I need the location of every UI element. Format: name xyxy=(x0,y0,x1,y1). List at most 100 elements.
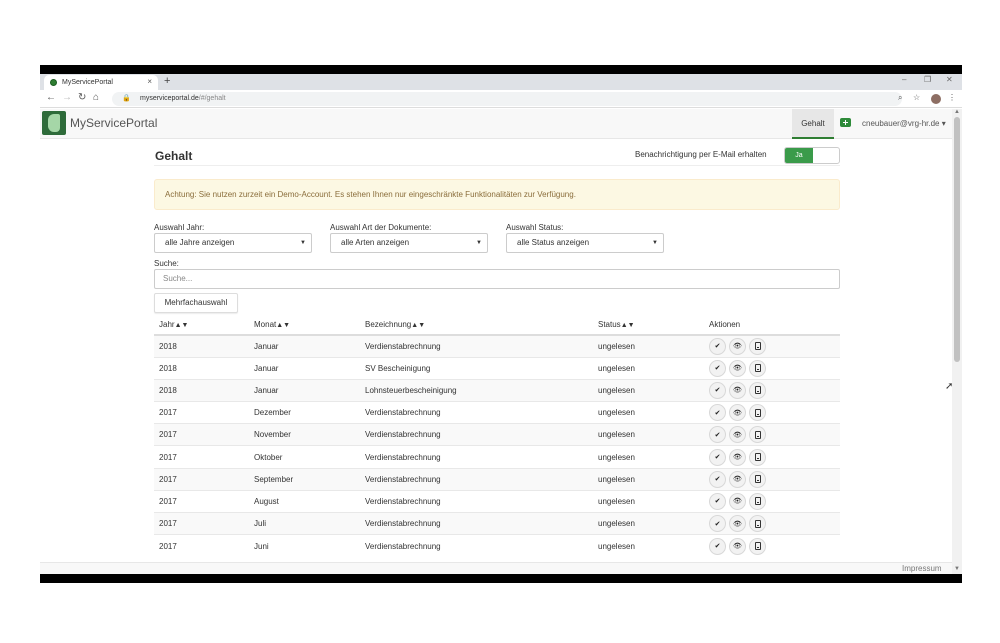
download-button[interactable] xyxy=(749,381,766,399)
table-row[interactable]: 2018 Januar Lohnsteuerbescheinigung ungeles… xyxy=(154,378,840,402)
new-tab-button[interactable]: + xyxy=(164,75,170,87)
column-header-monat[interactable]: Monat▲▼ xyxy=(249,315,360,336)
cell-bezeichnung: Verdienstabrechnung xyxy=(360,511,593,535)
document-icon xyxy=(754,408,761,417)
sort-icon[interactable]: ▲▼ xyxy=(276,322,290,329)
multi-select-button[interactable]: Mehrfachauswahl xyxy=(154,293,238,313)
profile-avatar[interactable] xyxy=(931,94,941,104)
download-button[interactable] xyxy=(749,492,766,510)
column-header-status[interactable]: Status▲▼ xyxy=(593,315,704,336)
scroll-up-icon[interactable]: ▲ xyxy=(954,109,960,115)
column-header-bezeichnung[interactable]: Bezeichnung▲▼ xyxy=(360,315,593,336)
app-logo[interactable] xyxy=(42,111,66,135)
table-row[interactable]: 2018 Januar SV Bescheinigung ungelesen ✔ 👁 xyxy=(154,356,840,380)
nav-item-gehalt[interactable]: Gehalt xyxy=(792,109,834,139)
tab-close-icon[interactable]: × xyxy=(147,77,152,86)
eye-icon: 👁 xyxy=(733,431,742,439)
minimize-button[interactable]: – xyxy=(902,75,906,84)
document-icon xyxy=(754,342,761,351)
download-button[interactable] xyxy=(749,470,766,488)
cell-status: ungelesen xyxy=(593,423,704,446)
cell-monat: Dezember xyxy=(249,401,360,424)
mark-read-button[interactable]: ✔ xyxy=(709,515,726,533)
table-row[interactable]: 2017 Juli Verdienstabrechnung ungelesen ✔ 👁 xyxy=(154,511,840,535)
scroll-thumb[interactable] xyxy=(954,117,960,362)
mark-read-button[interactable]: ✔ xyxy=(709,337,726,355)
search-input[interactable]: Suche... xyxy=(154,269,840,289)
bookmark-star-icon[interactable]: ☆ xyxy=(913,93,920,102)
maximize-button[interactable]: ❐ xyxy=(924,75,931,84)
sort-icon[interactable]: ▲▼ xyxy=(175,322,189,329)
mark-read-button[interactable]: ✔ xyxy=(709,381,726,399)
brand-name[interactable]: MyServicePortal xyxy=(70,116,157,130)
sort-icon[interactable]: ▲▼ xyxy=(411,322,425,329)
medical-case-icon[interactable] xyxy=(840,118,851,127)
email-notification-toggle[interactable]: Ja xyxy=(784,147,840,164)
eye-icon: 👁 xyxy=(733,343,742,351)
cell-monat: Januar xyxy=(249,378,360,402)
cell-aktionen: ✔ 👁 xyxy=(704,378,840,402)
year-select[interactable]: alle Jahre anzeigen ▼ xyxy=(154,233,312,253)
table-row[interactable]: 2017 August Verdienstabrechnung ungelesen ✔ 👁 xyxy=(154,489,840,513)
table-row[interactable]: 2017 November Verdienstabrechnung ungelesen… xyxy=(154,423,840,446)
column-header-jahr[interactable]: Jahr▲▼ xyxy=(154,315,249,336)
address-bar[interactable]: 🔒 myserviceportal.de/#/gehalt xyxy=(112,92,902,106)
forward-arrow-icon[interactable]: → xyxy=(62,92,72,103)
view-button[interactable]: 👁 xyxy=(729,337,746,355)
mark-read-button[interactable]: ✔ xyxy=(709,448,726,466)
mark-read-button[interactable]: ✔ xyxy=(709,492,726,510)
download-button[interactable] xyxy=(749,359,766,377)
tab-strip: MyServicePortal × + – ❐ ✕ xyxy=(40,74,962,90)
sort-icon[interactable]: ▲▼ xyxy=(621,322,635,329)
demo-warning-alert: Achtung: Sie nutzen zurzeit ein Demo-Acc… xyxy=(154,179,840,210)
cell-aktionen: ✔ 👁 xyxy=(704,511,840,535)
view-button[interactable]: 👁 xyxy=(729,381,746,399)
mark-read-button[interactable]: ✔ xyxy=(709,470,726,488)
table-row[interactable]: 2017 Juni Verdienstabrechnung ungelesen ✔ 👁 xyxy=(154,534,840,557)
table-row[interactable]: 2017 Oktober Verdienstabrechnung ungelesen ✔… xyxy=(154,445,840,469)
view-button[interactable]: 👁 xyxy=(729,470,746,488)
page-scrollbar[interactable]: ▲ ▼ xyxy=(952,109,962,574)
download-button[interactable] xyxy=(749,448,766,466)
tab-title: MyServicePortal xyxy=(62,79,113,86)
download-button[interactable] xyxy=(749,515,766,533)
download-button[interactable] xyxy=(749,404,766,422)
zoom-icon[interactable]: ⌕ xyxy=(898,93,902,103)
cell-aktionen: ✔ 👁 xyxy=(704,334,840,358)
mark-read-button[interactable]: ✔ xyxy=(709,537,726,555)
status-select[interactable]: alle Status anzeigen ▼ xyxy=(506,233,664,253)
view-button[interactable]: 👁 xyxy=(729,537,746,555)
cell-bezeichnung: Lohnsteuerbescheinigung xyxy=(360,378,593,402)
cell-status: ungelesen xyxy=(593,534,704,557)
download-button[interactable] xyxy=(749,337,766,355)
table-row[interactable]: 2017 September Verdienstabrechnung ungelese… xyxy=(154,467,840,491)
user-menu[interactable]: cneubauer@vrg-hr.de ▾ xyxy=(862,119,946,128)
type-select[interactable]: alle Arten anzeigen ▼ xyxy=(330,233,488,253)
table-row[interactable]: 2017 Dezember Verdienstabrechnung ungelesen… xyxy=(154,401,840,424)
cell-status: ungelesen xyxy=(593,378,704,402)
cell-aktionen: ✔ 👁 xyxy=(704,534,840,557)
home-icon[interactable]: ⌂ xyxy=(93,92,99,103)
mark-read-button[interactable]: ✔ xyxy=(709,404,726,422)
view-button[interactable]: 👁 xyxy=(729,359,746,377)
reload-icon[interactable]: ↻ xyxy=(78,92,86,103)
window-close-button[interactable]: ✕ xyxy=(946,75,953,84)
menu-dots-icon[interactable]: ⋮ xyxy=(948,93,956,102)
download-button[interactable] xyxy=(749,426,766,444)
impressum-link[interactable]: Impressum xyxy=(902,564,942,573)
table-row[interactable]: 2018 Januar Verdienstabrechnung ungelesen ✔ 👁 xyxy=(154,334,840,358)
view-button[interactable]: 👁 xyxy=(729,426,746,444)
mark-read-button[interactable]: ✔ xyxy=(709,426,726,444)
view-button[interactable]: 👁 xyxy=(729,404,746,422)
app-navbar: MyServicePortal Gehalt cneubauer@vrg-hr.… xyxy=(40,109,952,139)
download-button[interactable] xyxy=(749,537,766,555)
back-arrow-icon[interactable]: ← xyxy=(46,92,56,103)
view-button[interactable]: 👁 xyxy=(729,515,746,533)
scroll-down-icon[interactable]: ▼ xyxy=(954,566,960,572)
checkmark-icon: ✔ xyxy=(714,520,721,528)
browser-tab[interactable]: MyServicePortal × xyxy=(44,75,158,90)
view-button[interactable]: 👁 xyxy=(729,448,746,466)
view-button[interactable]: 👁 xyxy=(729,492,746,510)
mark-read-button[interactable]: ✔ xyxy=(709,359,726,377)
cell-aktionen: ✔ 👁 xyxy=(704,356,840,380)
